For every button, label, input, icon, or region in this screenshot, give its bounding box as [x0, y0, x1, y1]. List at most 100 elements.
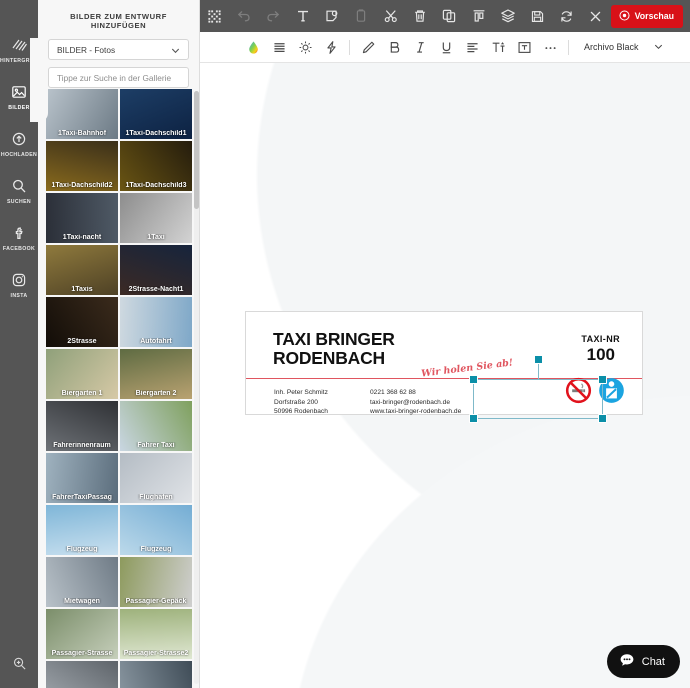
- zoom-in-icon[interactable]: [12, 656, 27, 676]
- line-height-icon[interactable]: [266, 32, 292, 63]
- gallery-thumbnail[interactable]: 1Taxi-Bahnhof: [46, 89, 118, 139]
- thumbnail-label: 1Taxi-Bahnhof: [57, 130, 107, 137]
- thumbnail-label: Autofahrt: [140, 338, 172, 345]
- preview-button[interactable]: Vorschau: [610, 4, 684, 28]
- thumbnail-label: Biergarten 2: [135, 390, 177, 397]
- chat-button-label: Chat: [641, 655, 665, 668]
- gallery-thumbnail[interactable]: Passagier-Gepäck: [120, 557, 192, 607]
- eye-icon: [618, 9, 631, 24]
- thumbnail-label: 1Taxi-Dachschild2: [51, 182, 113, 189]
- duplicate-icon[interactable]: [435, 0, 464, 32]
- gallery-thumbnail[interactable]: 1Taxi-Dachschild3: [120, 141, 192, 191]
- chat-bubble-icon: [619, 652, 635, 671]
- font-family-value: Archivo Black: [584, 42, 639, 52]
- gallery-thumbnail[interactable]: Passagier-Strasse: [46, 609, 118, 659]
- sidebar-item-hochladen[interactable]: HOCHLADEN: [0, 120, 38, 167]
- sidebar-label: HOCHLADEN: [0, 151, 38, 158]
- gallery-search-placeholder: Tippe zur Suche in der Gallerie: [57, 72, 172, 83]
- card-contact-column-1[interactable]: Inh. Peter Schmitz Dorfstraße 200 50996 …: [274, 388, 328, 417]
- gallery-thumbnail[interactable]: Fahrer Taxi: [120, 401, 192, 451]
- effects-icon[interactable]: [318, 32, 344, 63]
- gallery-thumbnail[interactable]: Passagier-Strasse2: [120, 609, 192, 659]
- brightness-icon[interactable]: [292, 32, 318, 63]
- gallery-search-input[interactable]: Tippe zur Suche in der Gallerie: [48, 67, 189, 88]
- clipboard-icon[interactable]: [347, 0, 376, 32]
- sticker-icon[interactable]: [317, 0, 346, 32]
- gallery-thumbnail[interactable]: 1Taxi: [120, 193, 192, 243]
- text-icon[interactable]: [288, 0, 317, 32]
- thumbnail-image: [46, 661, 118, 688]
- text-frame-icon[interactable]: [511, 32, 537, 63]
- font-size-icon[interactable]: [485, 32, 511, 63]
- underline-icon[interactable]: [433, 32, 459, 63]
- panel-scrollbar[interactable]: [194, 91, 199, 684]
- gallery-thumbnail[interactable]: Flughafen: [120, 453, 192, 503]
- undo-icon[interactable]: [229, 0, 258, 32]
- thumbnail-label: Passagier-Strasse2: [123, 650, 189, 657]
- bold-icon[interactable]: [381, 32, 407, 63]
- font-family-select[interactable]: Archivo Black: [584, 41, 664, 54]
- panel-notch: [30, 38, 48, 122]
- zoom-control[interactable]: [0, 656, 38, 676]
- card-taxi-nr-value[interactable]: 100: [587, 345, 615, 365]
- category-select[interactable]: BILDER - Fotos: [48, 39, 189, 60]
- search-icon: [11, 177, 27, 196]
- no-smoking-icon[interactable]: [565, 377, 592, 409]
- business-card-artboard[interactable]: TAXI BRINGER RODENBACH Wir holen Sie ab!…: [245, 311, 643, 415]
- gallery-thumbnail[interactable]: Biergarten 2: [120, 349, 192, 399]
- qr-code-icon[interactable]: [200, 0, 229, 32]
- gallery-thumbnail[interactable]: 1Taxi-Dachschild2: [46, 141, 118, 191]
- thumbnail-label: 1Taxi-Dachschild3: [125, 182, 187, 189]
- gallery-thumbnail[interactable]: Fahrerinnenraum: [46, 401, 118, 451]
- card-contact-column-2[interactable]: 0221 368 62 88 taxi-bringer@rodenbach.de…: [370, 388, 461, 417]
- save-icon[interactable]: [523, 0, 552, 32]
- scissors-icon[interactable]: [376, 0, 405, 32]
- more-options-icon[interactable]: [537, 32, 563, 63]
- color-drop-icon[interactable]: [240, 32, 266, 63]
- layers-icon[interactable]: [493, 0, 522, 32]
- chat-button[interactable]: Chat: [606, 645, 680, 678]
- design-canvas[interactable]: TAXI BRINGER RODENBACH Wir holen Sie ab!…: [200, 63, 690, 688]
- align-left-icon[interactable]: [459, 32, 485, 63]
- toolbar-separator: [349, 39, 350, 55]
- redo-icon[interactable]: [259, 0, 288, 32]
- rotate-handle[interactable]: [534, 355, 543, 364]
- gallery-thumbnail[interactable]: Flugzeug: [120, 505, 192, 555]
- gallery-thumbnail[interactable]: [120, 661, 192, 688]
- align-icon[interactable]: [464, 0, 493, 32]
- gallery-thumbnail[interactable]: Flugzeug: [46, 505, 118, 555]
- card-title-textbox[interactable]: TAXI BRINGER RODENBACH: [273, 330, 395, 368]
- thumbnail-label: 1Taxi-nacht: [62, 234, 102, 241]
- seatbelt-icon[interactable]: [598, 377, 625, 409]
- gallery-thumbnail[interactable]: Autofahrt: [120, 297, 192, 347]
- refresh-icon[interactable]: [552, 0, 581, 32]
- gallery-thumbnail[interactable]: 2Strasse-Nacht1: [120, 245, 192, 295]
- gallery-thumbnail[interactable]: FahrerTaxiPassag: [46, 453, 118, 503]
- gallery-thumbnail[interactable]: 2Strasse: [46, 297, 118, 347]
- pencil-icon[interactable]: [355, 32, 381, 63]
- sidebar-label: FACEBOOK: [2, 245, 36, 252]
- main-toolbar: Vorschau: [200, 0, 690, 32]
- chevron-down-icon: [653, 41, 664, 54]
- card-slogan[interactable]: Wir holen Sie ab!: [421, 357, 514, 379]
- gallery-thumbnail[interactable]: 1Taxi-Dachschild1: [120, 89, 192, 139]
- gallery-thumbnail[interactable]: [46, 661, 118, 688]
- panel-scrollbar-thumb[interactable]: [194, 91, 199, 209]
- thumbnail-label: 1Taxi: [147, 234, 165, 241]
- gallery-thumbnail[interactable]: 1Taxis: [46, 245, 118, 295]
- sidebar-item-insta[interactable]: INSTA: [0, 261, 38, 308]
- italic-icon[interactable]: [407, 32, 433, 63]
- close-icon[interactable]: [581, 0, 610, 32]
- gallery-thumbnail[interactable]: Biergarten 1: [46, 349, 118, 399]
- sidebar-label: INSTA: [10, 292, 28, 299]
- sidebar-label: SUCHEN: [6, 198, 31, 205]
- trash-icon[interactable]: [405, 0, 434, 32]
- card-pictogram-group: [565, 377, 625, 409]
- thumbnail-label: Biergarten 1: [61, 390, 103, 397]
- preview-button-label: Vorschau: [634, 11, 675, 21]
- gallery-thumbnail[interactable]: 1Taxi-nacht: [46, 193, 118, 243]
- sidebar-item-suchen[interactable]: SUCHEN: [0, 167, 38, 214]
- upload-cloud-icon: [11, 130, 27, 149]
- gallery-thumbnail[interactable]: Mietwagen: [46, 557, 118, 607]
- sidebar-item-facebook[interactable]: FACEBOOK: [0, 214, 38, 261]
